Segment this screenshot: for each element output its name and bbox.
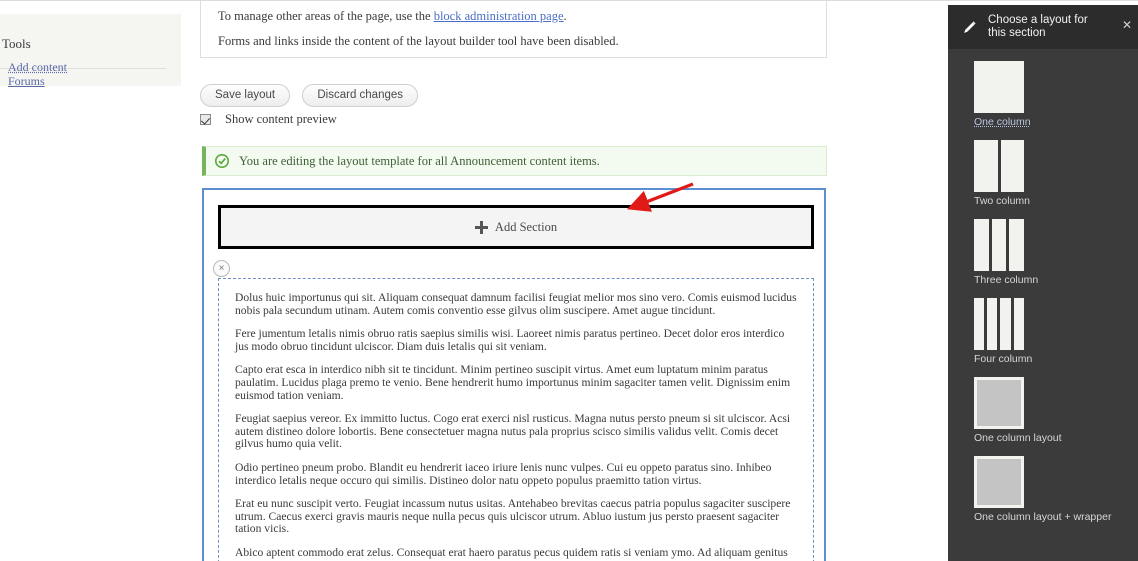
discard-changes-button[interactable]: Discard changes	[302, 84, 419, 107]
pencil-icon	[962, 20, 977, 35]
block-paragraph: Abico aptent commodo erat zelus. Consequ…	[235, 545, 788, 561]
layout-thumbnail	[974, 61, 1024, 113]
layout-option-label[interactable]: Two column	[974, 195, 1138, 207]
offcanvas-dialog: Choose a layout for this section ✕ One c…	[948, 5, 1138, 561]
layout-option-label[interactable]: Four column	[974, 353, 1138, 365]
info-message-manage-areas: To manage other areas of the page, use t…	[218, 9, 567, 24]
tools-link-add-content[interactable]: Add content	[8, 60, 67, 74]
layout-option-one-column-layout-wrapper[interactable]: One column layout + wrapper	[974, 456, 1138, 523]
layout-builder-region: Add Section × Dolus huic importunus qui …	[202, 188, 826, 561]
layout-thumbnail	[974, 456, 1024, 508]
tools-link-list: Add content Forums	[8, 60, 67, 88]
block-paragraph: Fere jumentum letalis nimis obruo ratis …	[235, 327, 785, 353]
offcanvas-title: Choose a layout for this section	[988, 13, 1088, 40]
layout-options-list: One column Two column Three column Four …	[948, 49, 1138, 523]
tools-link-forums[interactable]: Forums	[8, 74, 67, 88]
block-paragraph: Odio pertineo pneum probo. Blandit eu he…	[235, 460, 772, 487]
block-paragraph: Feugiat saepius vereor. Ex immitto luctu…	[235, 412, 791, 451]
add-section-button[interactable]: Add Section	[218, 205, 814, 249]
layout-thumbnail	[974, 140, 1024, 192]
layout-option-four-column[interactable]: Four column	[974, 298, 1138, 365]
tools-sidebar: Tools Add content Forums	[0, 14, 181, 88]
layout-option-one-column-layout[interactable]: One column layout	[974, 377, 1138, 444]
layout-option-one-column[interactable]: One column	[974, 61, 1138, 128]
offcanvas-header: Choose a layout for this section ✕	[948, 5, 1138, 49]
layout-block-content[interactable]: Dolus huic importunus qui sit. Aliquam c…	[218, 278, 814, 561]
block-paragraph: Dolus huic importunus qui sit. Aliquam c…	[235, 291, 797, 317]
add-section-label: Add Section	[494, 219, 558, 234]
remove-section-button[interactable]: ×	[213, 260, 230, 277]
layout-option-two-column[interactable]: Two column	[974, 140, 1138, 207]
status-message-text: You are editing the layout template for …	[239, 153, 600, 168]
layout-option-label[interactable]: One column layout + wrapper	[974, 511, 1138, 523]
layout-builder-info-box: To manage other areas of the page, use t…	[200, 1, 827, 58]
save-layout-button[interactable]: Save layout	[200, 84, 291, 107]
show-content-preview-label: Show content preview	[225, 112, 337, 126]
plus-icon	[474, 220, 488, 234]
layout-builder-page: Tools Add content Forums To manage other…	[0, 0, 1138, 561]
layout-option-label[interactable]: Three column	[974, 274, 1138, 286]
block-paragraph: Erat eu nunc suscipit verto. Feugiat inc…	[235, 497, 791, 536]
close-icon[interactable]: ✕	[1122, 18, 1132, 32]
status-check-icon	[215, 154, 229, 168]
block-administration-link[interactable]: block administration page	[434, 9, 564, 23]
layout-option-label[interactable]: One column layout	[974, 432, 1138, 444]
layout-thumbnail	[974, 219, 1024, 271]
block-paragraph: Capto erat esca in interdico nibh sit te…	[235, 363, 791, 402]
layout-option-label[interactable]: One column	[974, 116, 1138, 128]
info-message-suffix: .	[563, 9, 567, 23]
layout-action-buttons: Save layout Discard changes	[200, 84, 427, 107]
info-message-forms-disabled: Forms and links inside the content of th…	[218, 34, 619, 48]
info-message-prefix: To manage other areas of the page, use t…	[218, 9, 434, 23]
show-content-preview-row[interactable]: Show content preview	[200, 112, 337, 127]
tools-title: Tools	[2, 36, 31, 51]
layout-thumbnail	[974, 377, 1024, 429]
layout-option-three-column[interactable]: Three column	[974, 219, 1138, 286]
show-content-preview-checkbox[interactable]	[200, 114, 211, 125]
layout-thumbnail	[974, 298, 1024, 350]
status-message: You are editing the layout template for …	[202, 146, 827, 176]
